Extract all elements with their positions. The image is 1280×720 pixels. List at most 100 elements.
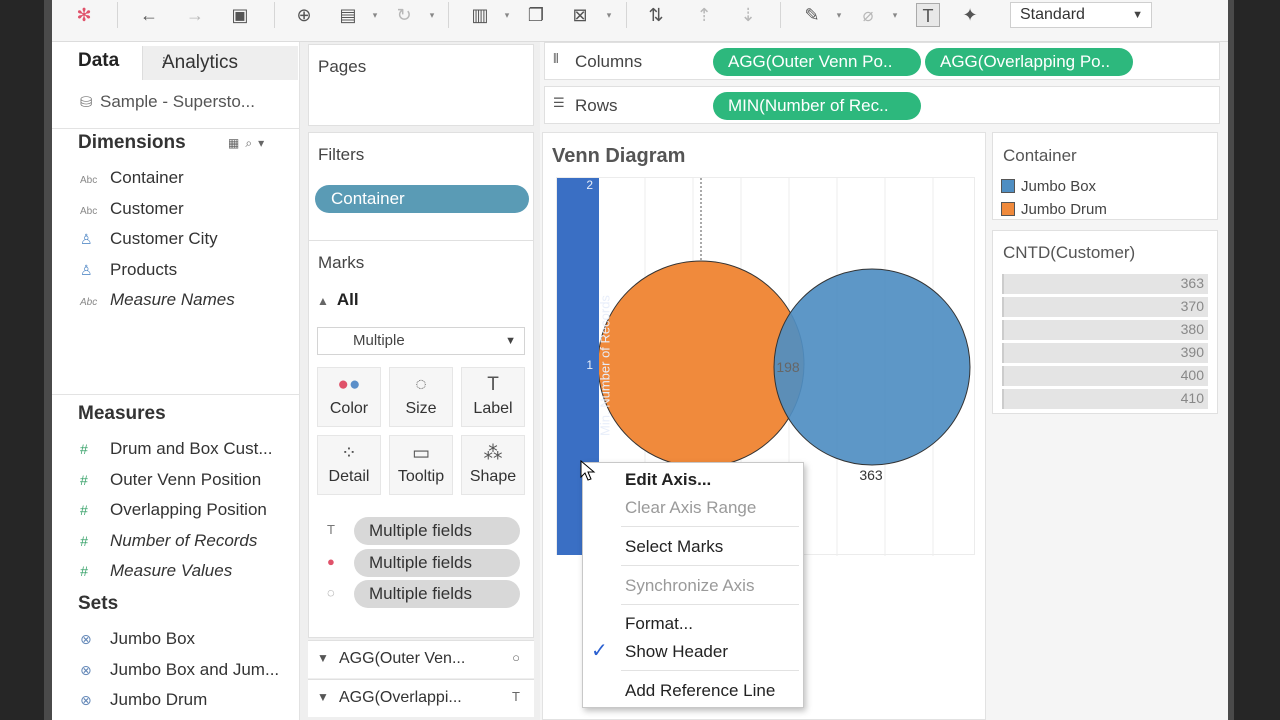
size-legend-row[interactable]: 400 bbox=[1002, 366, 1208, 386]
filter-pill-container[interactable]: Container bbox=[315, 185, 529, 213]
refresh-icon[interactable]: ↻ bbox=[392, 3, 416, 27]
encoding-pill[interactable]: Multiple fields bbox=[354, 580, 520, 608]
tab-data[interactable]: Data bbox=[78, 50, 119, 72]
undo-icon[interactable]: ← bbox=[137, 3, 161, 27]
dimension-field[interactable]: Abc Container bbox=[80, 168, 184, 188]
highlight-icon[interactable]: ✎ bbox=[800, 3, 824, 27]
menu-item-add-reference-line[interactable]: Add Reference Line bbox=[625, 681, 775, 701]
window-frame-left bbox=[0, 0, 44, 720]
pin-icon[interactable]: ✦ bbox=[958, 3, 982, 27]
datasource-item[interactable]: ⛁ Sample - Supersto... bbox=[80, 92, 255, 112]
chevron-up-icon: ▲ bbox=[317, 294, 329, 308]
rows-shelf[interactable]: ☰ Rows MIN(Number of Rec.. bbox=[544, 86, 1220, 124]
duplicate-icon[interactable]: ❐ bbox=[524, 3, 548, 27]
new-worksheet-icon[interactable]: ▥ bbox=[468, 3, 492, 27]
axis-context-menu: Edit Axis... Clear Axis Range Select Mar… bbox=[582, 462, 804, 708]
overlap-value-label: 198 bbox=[776, 359, 800, 375]
chevron-down-icon[interactable]: ▾ bbox=[502, 3, 512, 27]
jumbo-box-circle bbox=[773, 268, 971, 466]
measure-field[interactable]: # Measure Values bbox=[80, 561, 232, 581]
dimension-field[interactable]: ♙ Customer City bbox=[80, 229, 218, 249]
chevron-down-icon[interactable]: ▾ bbox=[890, 3, 900, 27]
mark-type-select[interactable]: Multiple ▼ bbox=[317, 327, 525, 355]
dimension-field[interactable]: ♙ Products bbox=[80, 260, 177, 280]
measure-field[interactable]: # Outer Venn Position bbox=[80, 470, 261, 490]
pause-updates-icon[interactable]: ▤ bbox=[336, 3, 360, 27]
detail-button-label: Detail bbox=[328, 468, 370, 485]
save-icon[interactable]: ▣ bbox=[228, 3, 252, 27]
tooltip-button[interactable]: ▭ Tooltip bbox=[389, 435, 453, 495]
measure-field[interactable]: # Overlapping Position bbox=[80, 500, 267, 520]
sort-desc-icon[interactable]: ⇣ bbox=[736, 3, 760, 27]
menu-item-show-header[interactable]: Show Header bbox=[625, 642, 728, 662]
size-button[interactable]: ◌ Size bbox=[389, 367, 453, 427]
legend-item-jumbo-drum[interactable]: Jumbo Drum bbox=[1001, 201, 1107, 218]
jumbo-drum-circle bbox=[597, 260, 805, 468]
tab-analytics[interactable]: Analytics ⁝ bbox=[142, 46, 298, 80]
size-legend-row[interactable]: 410 bbox=[1002, 389, 1208, 409]
dimension-field[interactable]: Abc Measure Names bbox=[80, 290, 235, 310]
legend-item-jumbo-box[interactable]: Jumbo Box bbox=[1001, 178, 1096, 195]
size-value: 363 bbox=[1180, 275, 1204, 291]
shape-button[interactable]: ⁂ Shape bbox=[461, 435, 525, 495]
size-legend-row[interactable]: 363 bbox=[1002, 274, 1208, 294]
set-field[interactable]: ⊗ Jumbo Box bbox=[80, 629, 195, 649]
chevron-down-icon[interactable]: ▾ bbox=[427, 3, 437, 27]
columns-shelf[interactable]: ⦀ Columns AGG(Outer Venn Po.. AGG(Overla… bbox=[544, 42, 1220, 80]
measure-icon: # bbox=[80, 563, 88, 579]
menu-item-select-marks[interactable]: Select Marks bbox=[625, 537, 723, 557]
measure-field[interactable]: # Drum and Box Cust... bbox=[80, 439, 273, 459]
rows-pill[interactable]: MIN(Number of Rec.. bbox=[713, 92, 921, 120]
menu-item-clear-axis-range[interactable]: Clear Axis Range bbox=[625, 498, 756, 518]
columns-pill[interactable]: AGG(Overlapping Po.. bbox=[925, 48, 1133, 76]
chevron-down-icon[interactable]: ▾ bbox=[370, 3, 380, 27]
measure-field[interactable]: # Number of Records bbox=[80, 531, 257, 551]
view-toggle-icon[interactable]: ▦ bbox=[228, 136, 245, 150]
set-field[interactable]: ⊗ Jumbo Drum bbox=[80, 690, 207, 710]
marks-all-toggle[interactable]: ▲ All bbox=[317, 290, 359, 310]
encoding-pill[interactable]: Multiple fields bbox=[354, 549, 520, 577]
dimension-field[interactable]: Abc Customer bbox=[80, 199, 184, 219]
shape-button-label: Shape bbox=[469, 468, 517, 485]
chevron-down-icon[interactable]: ▾ bbox=[604, 3, 614, 27]
logo-icon[interactable]: ✻ bbox=[72, 3, 96, 27]
menu-item-format[interactable]: Format... bbox=[625, 614, 693, 634]
menu-item-edit-axis[interactable]: Edit Axis... bbox=[625, 470, 711, 490]
tab-menu-icon[interactable]: ⁝ bbox=[162, 54, 290, 68]
marks-card-overlapping[interactable]: ▼ AGG(Overlappi... T bbox=[308, 679, 534, 717]
columns-pill[interactable]: AGG(Outer Venn Po.. bbox=[713, 48, 921, 76]
section-divider bbox=[52, 128, 300, 129]
pages-card[interactable]: Pages bbox=[308, 44, 534, 126]
size-legend-row[interactable]: 370 bbox=[1002, 297, 1208, 317]
toolbar-divider bbox=[448, 2, 449, 28]
marks-card-outer-venn[interactable]: ▼ AGG(Outer Ven... ○ bbox=[308, 640, 534, 678]
detail-button[interactable]: ⁘ Detail bbox=[317, 435, 381, 495]
menu-separator bbox=[621, 604, 799, 605]
search-icon[interactable]: ⌕ bbox=[245, 136, 258, 150]
menu-item-synchronize-axis[interactable]: Synchronize Axis bbox=[625, 576, 754, 596]
chevron-down-icon[interactable]: ▾ bbox=[834, 3, 844, 27]
group-icon[interactable]: ⌀ bbox=[856, 3, 880, 27]
filters-title: Filters bbox=[318, 145, 365, 164]
size-value: 380 bbox=[1180, 321, 1204, 337]
view-size-select[interactable]: Standard ▼ bbox=[1010, 2, 1152, 28]
size-legend-row[interactable]: 380 bbox=[1002, 320, 1208, 340]
encoding-pill[interactable]: Multiple fields bbox=[354, 517, 520, 545]
chevron-down-icon[interactable]: ▾ bbox=[258, 136, 270, 150]
hierarchy-icon: ♙ bbox=[80, 262, 93, 278]
clear-sheet-icon[interactable]: ⊠ bbox=[568, 3, 592, 27]
set-field[interactable]: ⊗ Jumbo Box and Jum... bbox=[80, 660, 279, 680]
sort-asc-icon[interactable]: ⇡ bbox=[692, 3, 716, 27]
size-legend-row[interactable]: 390 bbox=[1002, 343, 1208, 363]
redo-icon[interactable]: → bbox=[183, 3, 207, 27]
show-labels-icon[interactable]: T bbox=[916, 3, 940, 27]
label-button[interactable]: T Label bbox=[461, 367, 525, 427]
string-type-icon: Abc bbox=[80, 297, 98, 308]
marks-card: Marks ▲ All Multiple ▼ ●● Color ◌ Size T Labe… bbox=[308, 240, 534, 638]
window-border-left bbox=[44, 0, 52, 720]
mark-type-value: Multiple bbox=[353, 332, 405, 349]
swap-icon[interactable]: ⇅ bbox=[644, 3, 668, 27]
color-button[interactable]: ●● Color bbox=[317, 367, 381, 427]
field-label: Jumbo Drum bbox=[110, 690, 208, 709]
new-datasource-icon[interactable]: ⊕ bbox=[292, 3, 316, 27]
